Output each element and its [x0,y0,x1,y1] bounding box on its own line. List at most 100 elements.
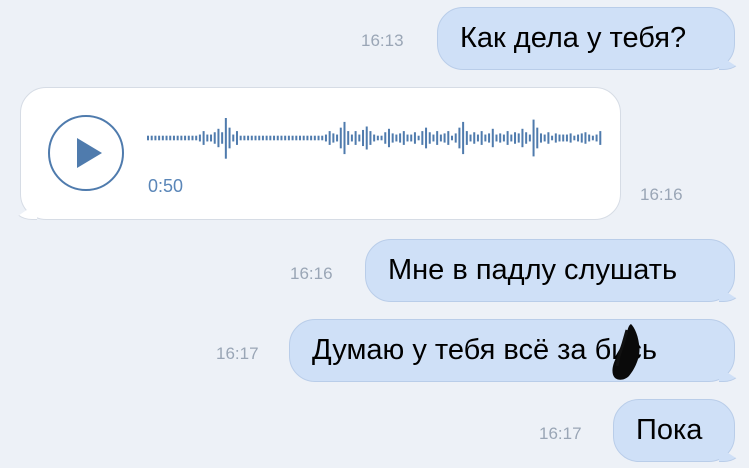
waveform-bar [280,135,283,141]
waveform-bar [499,133,502,143]
waveform-bar [287,135,290,141]
waveform-bar [306,135,309,141]
message-time: 16:13 [361,31,404,50]
waveform-bar [202,131,205,145]
waveform-bar [495,134,498,142]
waveform-bar [402,131,405,145]
waveform-bar [147,135,149,141]
waveform-bar [350,134,353,142]
waveform-bar [454,133,457,143]
waveform-bar [235,131,238,145]
waveform-bar [447,131,450,145]
waveform-bar [473,132,476,144]
message-bubble-outgoing[interactable]: Как дела у тебя? [437,7,735,70]
waveform-bar [421,131,424,145]
waveform-bar [462,121,465,155]
play-icon [77,138,102,168]
waveform-bar [317,135,320,141]
waveform-bar [539,133,542,143]
waveform-bar [250,135,253,141]
waveform-bar [169,135,172,141]
waveform-bar [387,128,390,148]
waveform-bar [180,135,183,141]
waveform-bar [517,133,520,143]
waveform-bar [310,135,313,141]
waveform-bar [502,134,505,142]
waveform-bar [206,134,209,142]
waveform-bar [158,135,161,141]
waveform-bar [591,135,594,141]
waveform-bar [184,135,187,141]
play-button[interactable] [48,115,124,191]
waveform-bar [413,132,416,144]
message-text: Мне в падлу слушать [388,254,678,286]
message-time: 16:16 [640,185,683,204]
waveform-bar [336,134,339,142]
waveform-bar [224,118,227,159]
waveform-bar [265,135,268,141]
waveform-bar [536,127,539,149]
waveform-bar [439,134,442,142]
waveform-bar [569,133,572,143]
waveform-bar [313,135,316,141]
waveform-bar [506,131,509,145]
waveform-bar [191,135,194,141]
waveform-bar [543,134,546,142]
audio-waveform[interactable] [147,118,603,168]
waveform-bar [547,132,550,144]
waveform-bar [328,131,331,145]
waveform-bar [154,135,157,141]
waveform-bar [376,135,379,141]
waveform-bar [480,131,483,145]
waveform-bar [510,134,513,142]
message-bubble-outgoing[interactable]: Думаю у тебя всё за бись [289,319,735,382]
waveform-bar [443,133,446,143]
waveform-bar [551,135,554,141]
waveform-bar [458,127,461,149]
waveform-bar [521,128,524,148]
waveform-bar [176,135,179,141]
waveform-bar [195,135,198,141]
waveform-bar [232,134,235,142]
message-time: 16:17 [216,344,259,363]
waveform-bar [161,135,164,141]
waveform-bar [580,133,583,143]
waveform-bar [514,132,517,144]
waveform-bar [150,135,153,141]
waveform-bar [391,133,394,143]
waveform-bar [451,135,453,141]
waveform-bar [213,132,216,144]
waveform-bar [324,134,327,142]
message-text: Пока [636,414,703,446]
message-bubble-outgoing[interactable]: Мне в падлу слушать [365,239,735,302]
waveform-bar [254,135,257,141]
message-time: 16:17 [539,424,582,443]
waveform-bar [221,132,224,144]
waveform-bar [239,135,242,141]
waveform-bar [573,135,576,141]
waveform-bar [365,126,368,150]
waveform-bar [465,131,468,145]
censor-scribble [612,324,640,380]
waveform-bar [217,128,220,148]
message-time: 16:16 [290,264,333,283]
voice-message-bubble[interactable]: 0:50 [20,87,621,220]
waveform-bar [588,134,591,142]
waveform-bar [399,133,402,143]
waveform-bar [406,134,409,142]
waveform-bar [358,134,361,142]
waveform-bar [302,135,305,141]
waveform-bar [291,135,294,141]
waveform-bar [410,134,413,142]
waveform-bar [584,132,587,144]
waveform-bar [339,127,342,149]
waveform-bar [369,131,372,145]
waveform-bar [565,134,568,142]
waveform-bar [436,131,439,145]
waveform-bar [432,134,435,142]
waveform-bar [261,135,264,141]
waveform-bar [273,135,276,141]
message-bubble-outgoing[interactable]: Пока [613,399,735,462]
waveform-bar [243,135,246,141]
waveform-bar [599,131,602,145]
